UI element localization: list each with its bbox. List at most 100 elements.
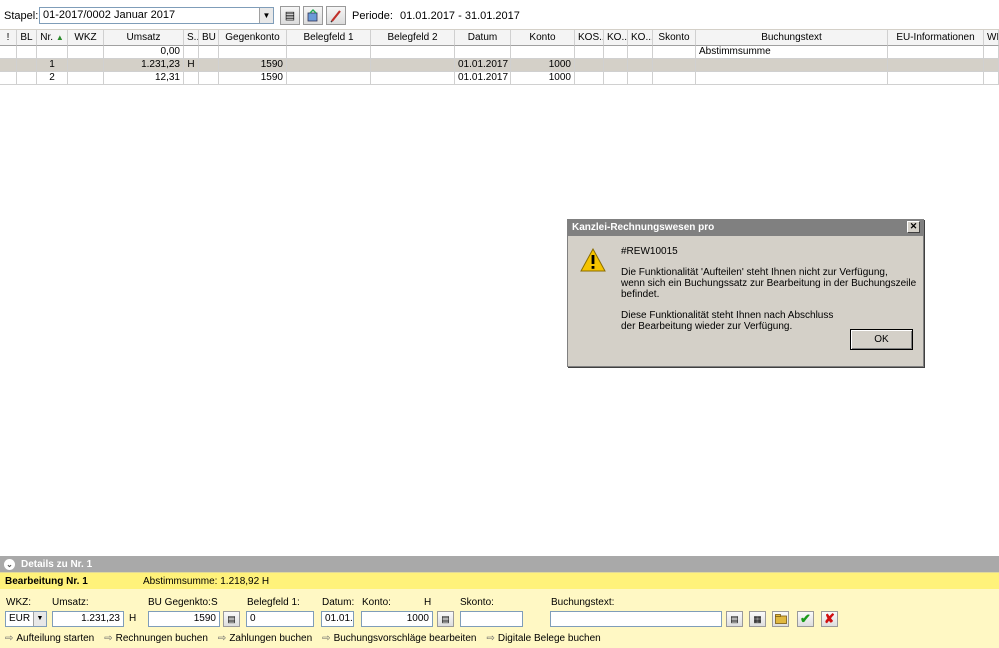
grid-cell-buchungstext: Abstimmsumme [696,46,888,59]
grid-cell-bu [199,59,219,72]
gegenkonto-field[interactable]: 1590 [148,611,220,627]
grid-cell-gegenkonto: 1590 [219,59,287,72]
dialog-line: Die Funktionalität 'Aufteilen' steht Ihn… [621,267,888,278]
column-header[interactable]: Umsatz [104,30,184,46]
edit-title: Bearbeitung Nr. 1 [5,576,88,587]
datum-field[interactable]: 01.01. [321,611,354,627]
grid-cell-nr [37,46,68,59]
grid-cell-belegfeld1 [287,59,371,72]
column-header[interactable]: WKZ [68,30,104,46]
stapel-select[interactable]: 01-2017/0002 Januar 2017 ▼ [39,7,274,24]
bu-gegenkonto-label: BU Gegenkto: [148,597,211,608]
calendar-icon[interactable]: ▤ [726,611,743,627]
action-zahlungen-buchen[interactable]: ⇨ Zahlungen buchen [218,633,312,644]
calendar-icon[interactable]: ▤ [223,611,240,627]
column-header[interactable]: Konto [511,30,575,46]
datum-label: Datum: [322,597,355,608]
close-icon[interactable]: ✘ [821,611,838,627]
action-rechnungen-buchen[interactable]: ⇨ Rechnungen buchen [104,633,208,644]
pencil-icon[interactable] [326,6,346,25]
chevron-down-icon[interactable]: ▼ [33,612,46,626]
action-aufteilung-starten[interactable]: ⇨ Aufteilung starten [5,633,94,644]
chevron-down-icon[interactable]: ▼ [259,8,273,23]
arrow-right-icon: ⇨ [486,633,495,644]
grid-cell [628,46,653,59]
table-row[interactable]: 2 12,31 1590 01.01.2017 1000 [0,72,999,85]
belegfeld1-label: Belegfeld 1: [247,597,300,608]
umsatz-sh: H [129,613,137,624]
column-header[interactable]: Skonto [653,30,696,46]
wkz-select[interactable]: EUR ▼ [5,611,47,627]
stapel-label: Stapel: [4,10,39,22]
grid-cell-s [184,72,199,85]
belegfeld1-field[interactable]: 0 [246,611,314,627]
buchungstext-field[interactable] [550,611,722,627]
grid-cell-gegenkonto: 1590 [219,72,287,85]
action-buchungsvorschlaege[interactable]: ⇨ Buchungsvorschläge bearbeiten [322,633,476,644]
grid-cell-umsatz: 1.231,23 [104,59,184,72]
stapel-toolbar: Stapel: 01-2017/0002 Januar 2017 ▼ ▤ Per… [0,0,999,30]
edit-actions: ⇨ Aufteilung starten ⇨ Rechnungen buchen ⇨… [5,633,601,644]
column-header[interactable]: Gegenkonto [219,30,287,46]
document-icon[interactable]: ▦ [749,611,766,627]
arrow-right-icon: ⇨ [5,633,14,644]
umsatz-field[interactable]: 1.231,23 [52,611,124,627]
grid-cell-wkz [68,46,104,59]
dialog-code: #REW10015 [621,246,678,257]
periode-label: Periode: [352,10,393,22]
grid-cell-s: H [184,59,199,72]
warning-icon [580,247,606,272]
konto-field[interactable]: 1000 [361,611,433,627]
ok-button[interactable]: OK [850,329,913,350]
column-header[interactable]: KO... [604,30,628,46]
edit-header: Bearbeitung Nr. 1 Abstimmsumme: 1.218,92… [0,573,999,589]
column-header[interactable]: KO... [628,30,653,46]
column-header[interactable]: S... [184,30,199,46]
folder-icon[interactable] [772,611,789,627]
grid-cell [575,72,604,85]
umsatz-label: Umsatz: [52,597,89,608]
arrow-right-icon: ⇨ [217,633,227,644]
details-label: Details zu Nr. 1 [21,558,93,570]
grid-cell [604,59,628,72]
table-row-selected[interactable]: 1 1.231,23 H 1590 01.01.2017 1000 [0,59,999,72]
column-header[interactable]: WK [984,30,999,46]
calendar-icon[interactable]: ▤ [437,611,454,627]
grid-cell-eu [888,59,984,72]
skonto-field[interactable] [460,611,523,627]
column-header[interactable]: EU-Informationen [888,30,984,46]
h-label: H [424,597,432,608]
column-header[interactable]: Buchungstext [696,30,888,46]
column-header[interactable]: BU [199,30,219,46]
calendar-icon[interactable]: ▤ [280,6,300,25]
dialog-line: Diese Funktionalität steht Ihnen nach Ab… [621,310,834,321]
details-bar[interactable]: ⌄ Details zu Nr. 1 [0,556,999,572]
chevron-down-icon[interactable]: ⌄ [4,558,15,570]
column-header[interactable]: Belegfeld 1 [287,30,371,46]
grid-cell-belegfeld1 [287,72,371,85]
abstimmsumme: Abstimmsumme: 1.218,92 H [143,576,270,587]
table-row[interactable]: 0,00 Abstimmsumme [0,46,999,59]
grid-header-row: ! BL Nr. ▲ WKZ Umsatz S... BU Gegenkonto… [0,30,999,46]
konto-label: Konto: [362,597,391,608]
column-header[interactable]: Datum [455,30,511,46]
grid-cell-buchungstext [696,72,888,85]
refresh-icon[interactable] [303,6,323,25]
column-header[interactable]: BL [17,30,37,46]
grid-cell [17,46,37,59]
grid-cell-datum: 01.01.2017 [455,72,511,85]
grid-cell-buchungstext [696,59,888,72]
column-header[interactable]: Belegfeld 2 [371,30,455,46]
column-header[interactable]: ! [0,30,17,46]
column-header-nr[interactable]: Nr. ▲ [37,30,68,46]
action-digitale-belege[interactable]: ⇨ Digitale Belege buchen [486,633,600,644]
warning-dialog: Kanzlei-Rechnungswesen pro ✕ #REW10015 D… [567,219,924,367]
edit-panel: Bearbeitung Nr. 1 Abstimmsumme: 1.218,92… [0,572,999,648]
arrow-right-icon: ⇨ [104,633,113,644]
grid-cell-belegfeld2 [371,72,455,85]
close-icon[interactable]: ✕ [907,221,920,233]
grid-cell [628,72,653,85]
column-header[interactable]: KOS... [575,30,604,46]
check-icon[interactable]: ✔ [797,611,814,627]
grid-cell-skonto [653,46,696,59]
